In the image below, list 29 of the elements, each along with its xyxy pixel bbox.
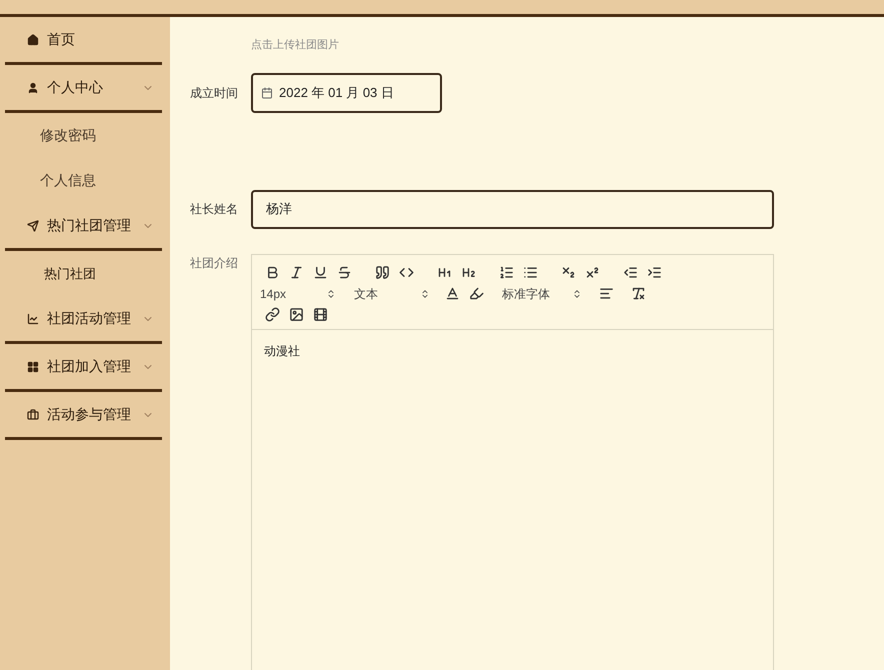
sidebar-item[interactable]: 社团加入管理: [5, 344, 162, 392]
updown-arrow-icon: [326, 288, 336, 298]
chart-icon: [27, 312, 39, 324]
field-label: 社团介绍: [190, 254, 239, 272]
submenu-item[interactable]: 个人信息: [5, 158, 162, 203]
sidebar-item[interactable]: 活动参与管理: [5, 392, 162, 440]
briefcase-icon: [27, 408, 39, 420]
user-icon: [27, 82, 39, 94]
date-field[interactable]: 2022 年 01 月 03 日: [251, 72, 442, 112]
sidebar-item[interactable]: 热门社团管理: [5, 203, 162, 251]
updown-arrow-icon: [572, 288, 582, 298]
submenu-item[interactable]: 修改密码: [5, 113, 162, 158]
sidebar-item[interactable]: 社团活动管理: [5, 296, 162, 344]
name-field[interactable]: 杨洋: [251, 190, 774, 228]
font-size-select[interactable]: 14px: [260, 284, 340, 304]
field-label: 成立时间: [190, 84, 239, 102]
sidebar-item[interactable]: 首页: [5, 17, 162, 65]
home-icon: [27, 34, 39, 46]
submenu-item[interactable]: 热门社团: [5, 251, 162, 296]
calendar-icon: [261, 86, 273, 98]
updown-arrow-icon: [420, 288, 430, 298]
editor-content[interactable]: 动漫社: [252, 330, 773, 360]
font-family-select[interactable]: 标准字体: [502, 284, 586, 304]
paper-plane-icon: [27, 220, 39, 232]
heading-select[interactable]: 文本: [354, 284, 434, 304]
field-label: 社长姓名: [190, 201, 239, 218]
grid-icon: [27, 360, 39, 372]
upload-hint: 点击上传社团图片: [251, 38, 340, 53]
sidebar-item[interactable]: 个人中心: [5, 65, 162, 113]
